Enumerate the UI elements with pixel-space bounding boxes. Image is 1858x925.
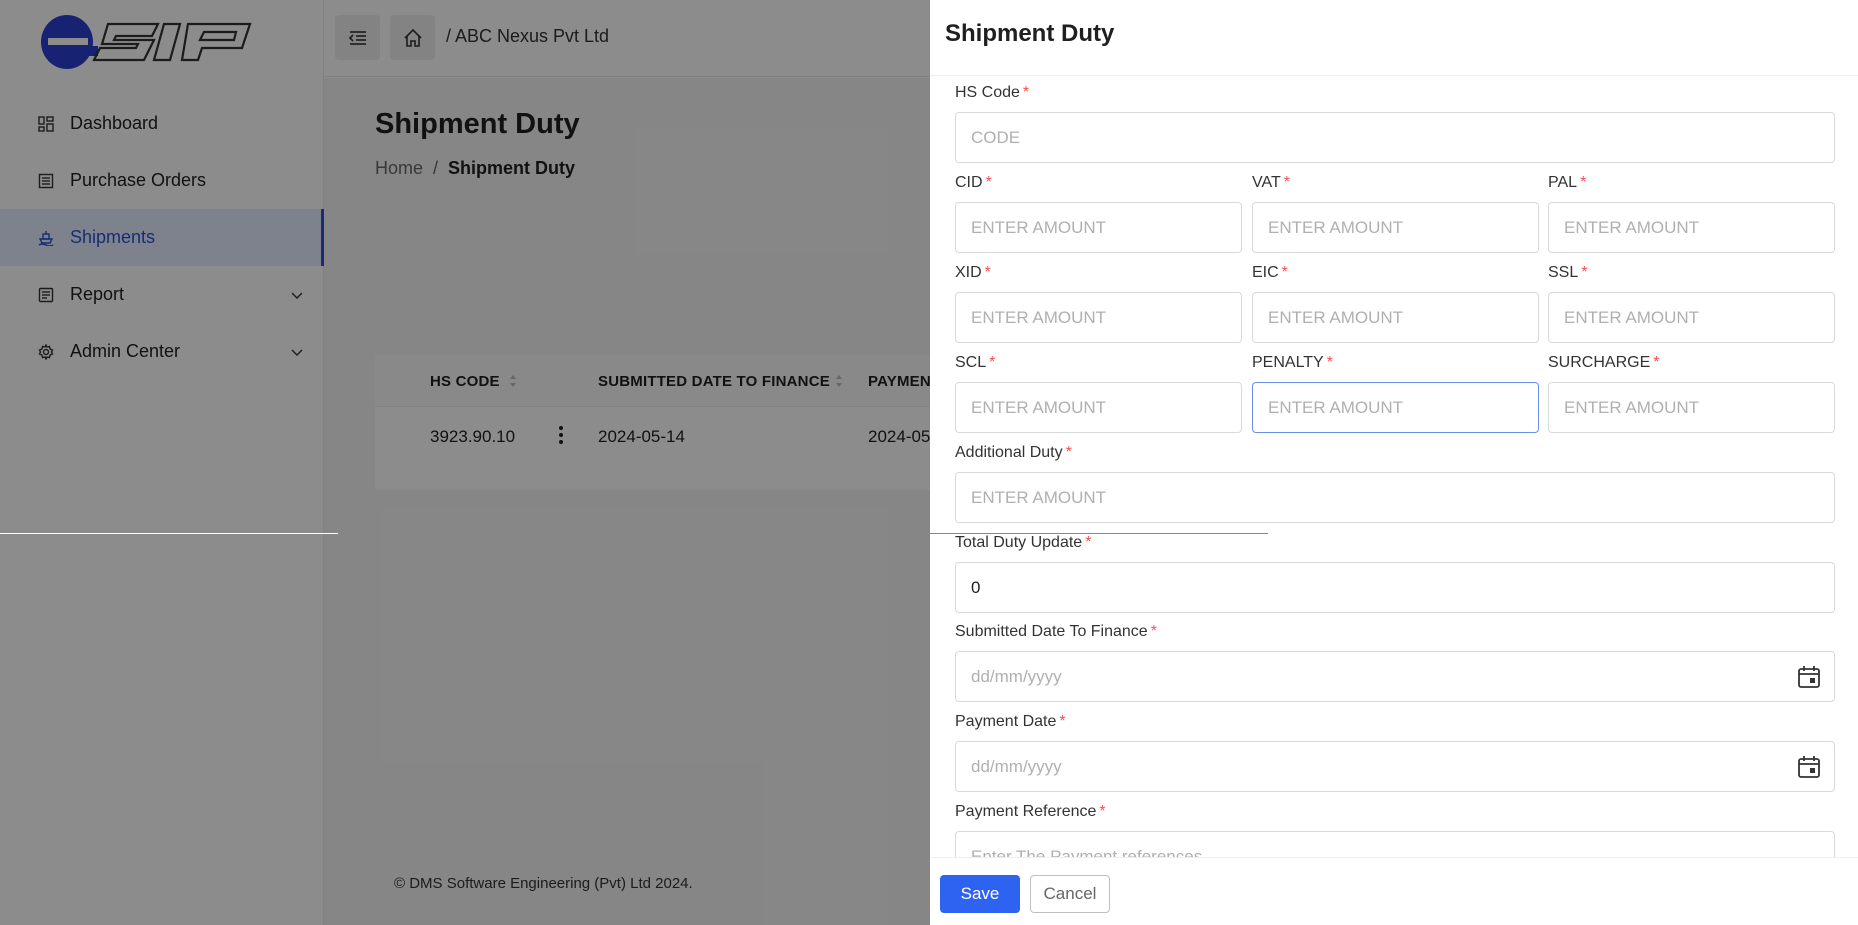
field-label: XID * — [955, 264, 991, 281]
field-label: SCL * — [955, 354, 996, 371]
divider-line — [930, 533, 1268, 534]
payment-reference-input[interactable]: Enter The Payment references — [955, 831, 1835, 857]
payment-date-input[interactable]: dd/mm/yyyy — [955, 741, 1835, 792]
calendar-icon[interactable] — [1796, 754, 1822, 780]
drawer-footer: Save Cancel — [930, 857, 1858, 925]
drawer-form: HS Code * CODE CID * ENTER AMOUNT VAT * ENT… — [930, 76, 1858, 857]
additional-duty-field: Additional Duty * ENTER AMOUNT — [955, 443, 1835, 523]
hs-code-input[interactable]: CODE — [955, 112, 1835, 163]
calendar-icon[interactable] — [1796, 664, 1822, 690]
drawer-title: Shipment Duty — [945, 20, 1115, 47]
field-label: PAL * — [1548, 174, 1587, 191]
surcharge-field: SURCHARGE * ENTER AMOUNT — [1548, 353, 1835, 433]
penalty-input[interactable]: ENTER AMOUNT — [1252, 382, 1539, 433]
payment-date-field: Payment Date * dd/mm/yyyy — [955, 712, 1835, 792]
submitted-date-input[interactable]: dd/mm/yyyy — [955, 651, 1835, 702]
field-label: PENALTY * — [1252, 354, 1333, 371]
scl-field: SCL * ENTER AMOUNT — [955, 353, 1242, 433]
penalty-field: PENALTY * ENTER AMOUNT — [1252, 353, 1539, 433]
scl-input[interactable]: ENTER AMOUNT — [955, 382, 1242, 433]
pal-input[interactable]: ENTER AMOUNT — [1548, 202, 1835, 253]
xid-input[interactable]: ENTER AMOUNT — [955, 292, 1242, 343]
field-label: HS Code * — [955, 84, 1030, 101]
field-label: Additional Duty * — [955, 444, 1072, 461]
total-duty-update-input[interactable]: 0 — [955, 562, 1835, 613]
field-label: SSL * — [1548, 264, 1588, 281]
submitted-date-field: Submitted Date To Finance * dd/mm/yyyy — [955, 622, 1835, 702]
field-label: Payment Date * — [955, 713, 1066, 730]
field-label: CID * — [955, 174, 992, 191]
payment-reference-field: Payment Reference * Enter The Payment ref… — [955, 802, 1835, 857]
field-label: Submitted Date To Finance * — [955, 623, 1157, 640]
eic-input[interactable]: ENTER AMOUNT — [1252, 292, 1539, 343]
cid-input[interactable]: ENTER AMOUNT — [955, 202, 1242, 253]
save-button[interactable]: Save — [940, 875, 1020, 913]
divider-line — [0, 533, 338, 534]
vat-field: VAT * ENTER AMOUNT — [1252, 173, 1539, 253]
vat-input[interactable]: ENTER AMOUNT — [1252, 202, 1539, 253]
eic-field: EIC * ENTER AMOUNT — [1252, 263, 1539, 343]
hs-code-field: HS Code * CODE — [955, 83, 1835, 163]
pal-field: PAL * ENTER AMOUNT — [1548, 173, 1835, 253]
xid-field: XID * ENTER AMOUNT — [955, 263, 1242, 343]
field-label: EIC * — [1252, 264, 1288, 281]
surcharge-input[interactable]: ENTER AMOUNT — [1548, 382, 1835, 433]
additional-duty-input[interactable]: ENTER AMOUNT — [955, 472, 1835, 523]
ssl-input[interactable]: ENTER AMOUNT — [1548, 292, 1835, 343]
cancel-button[interactable]: Cancel — [1030, 875, 1110, 913]
drawer-header: Shipment Duty — [930, 0, 1858, 76]
shipment-duty-drawer: Shipment Duty HS Code * CODE CID * ENTER A… — [930, 0, 1858, 925]
field-label: Payment Reference * — [955, 803, 1106, 820]
field-label: VAT * — [1252, 174, 1290, 191]
ssl-field: SSL * ENTER AMOUNT — [1548, 263, 1835, 343]
total-duty-update-field: Total Duty Update * 0 — [955, 533, 1835, 613]
cid-field: CID * ENTER AMOUNT — [955, 173, 1242, 253]
field-label: SURCHARGE * — [1548, 354, 1660, 371]
field-label: Total Duty Update * — [955, 534, 1092, 551]
